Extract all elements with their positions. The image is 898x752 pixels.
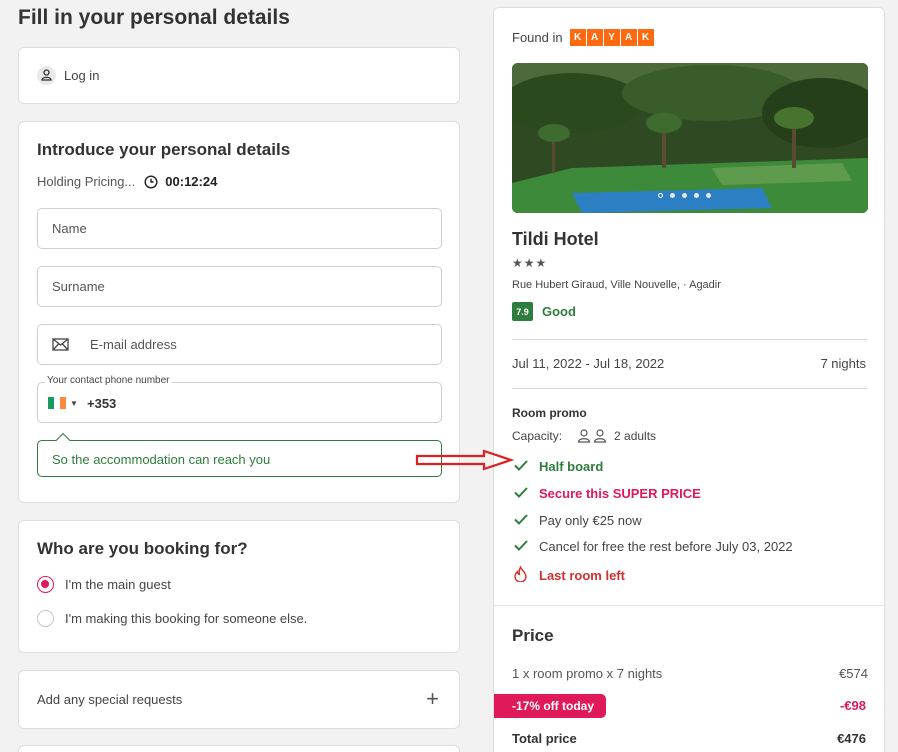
carousel-dot[interactable]: [694, 193, 699, 198]
rating-score: 7.9: [512, 302, 533, 321]
feature-text: Pay only €25 now: [539, 513, 642, 528]
radio-someone-else[interactable]: I'm making this booking for someone else…: [37, 610, 307, 627]
radio-unselected-icon[interactable]: [37, 610, 54, 627]
tooltip-text: So the accommodation can reach you: [52, 452, 271, 467]
next-card: [18, 745, 460, 752]
flame-icon: [514, 565, 528, 585]
ireland-flag-icon[interactable]: [48, 397, 66, 409]
tooltip-pointer: [55, 432, 71, 448]
hotel-photo-illustration: [512, 63, 868, 213]
special-requests-card[interactable]: Add any special requests +: [18, 670, 460, 729]
login-card[interactable]: Log in: [18, 47, 460, 104]
carousel-dot[interactable]: [658, 193, 663, 198]
star-rating-icon: ★★★: [512, 256, 548, 270]
phone-country-code: +353: [87, 396, 117, 411]
found-in-label: Found in: [512, 30, 563, 45]
email-field[interactable]: E-mail address: [37, 324, 442, 365]
check-icon: [514, 459, 528, 474]
total-value: €476: [837, 731, 866, 746]
discount-badge: -17% off today: [494, 694, 606, 718]
surname-placeholder: Surname: [52, 279, 105, 294]
carousel-dot[interactable]: [670, 193, 675, 198]
plus-icon[interactable]: +: [426, 686, 439, 712]
stay-dates: Jul 11, 2022 - Jul 18, 2022: [512, 356, 665, 371]
special-requests-label: Add any special requests: [37, 692, 183, 707]
details-heading: Introduce your personal details: [37, 140, 291, 159]
hotel-address: Rue Hubert Giraud, Ville Nouvelle, · Aga…: [512, 279, 721, 291]
email-placeholder: E-mail address: [90, 337, 177, 352]
surname-field[interactable]: Surname: [37, 266, 442, 307]
feature-super-price: Secure this SUPER PRICE: [514, 486, 701, 501]
name-field[interactable]: Name: [37, 208, 442, 249]
feature-last-room: Last room left: [514, 565, 625, 585]
carousel-dot[interactable]: [682, 193, 687, 198]
section-divider: [494, 605, 884, 606]
capacity: Capacity: 2 adults: [512, 429, 656, 443]
radio-selected-icon[interactable]: [37, 576, 54, 593]
found-in: Found in KAYAK: [512, 29, 655, 46]
holding-pricing: Holding Pricing... 00:12:24: [37, 174, 217, 189]
personal-details-card: Introduce your personal details Holding …: [18, 121, 460, 503]
feature-text: Cancel for free the rest before July 03,…: [539, 539, 793, 554]
feature-free-cancellation: Cancel for free the rest before July 03,…: [514, 539, 793, 554]
rating-word: Good: [542, 304, 576, 319]
feature-half-board: Half board: [514, 459, 603, 474]
booking-for-heading: Who are you booking for?: [37, 539, 248, 558]
chevron-down-icon[interactable]: ▼: [70, 399, 78, 408]
phone-tooltip: So the accommodation can reach you: [37, 432, 442, 477]
room-type: Room promo: [512, 406, 587, 420]
check-icon: [514, 513, 528, 528]
name-placeholder: Name: [52, 221, 87, 236]
price-title: Price: [512, 626, 554, 645]
booking-summary-card: Found in KAYAK Tildi Hotel ★★★ Rue Huber…: [493, 7, 885, 752]
check-icon: [514, 486, 528, 501]
clock-icon: [144, 174, 158, 189]
capacity-value: 2 adults: [614, 429, 657, 443]
capacity-label: Capacity:: [512, 429, 563, 443]
divider: [512, 388, 868, 389]
kayak-logo: KAYAK: [569, 29, 655, 46]
annotation-arrow-icon: [415, 449, 514, 471]
radio-label: I'm making this booking for someone else…: [65, 611, 308, 626]
hotel-name: Tildi Hotel: [512, 229, 599, 249]
people-icon: [577, 429, 607, 443]
holding-label: Holding Pricing...: [37, 174, 136, 189]
hotel-photo[interactable]: [512, 63, 868, 213]
feature-pay-now: Pay only €25 now: [514, 513, 642, 528]
phone-label: Your contact phone number: [45, 375, 172, 386]
total-label: Total price: [512, 731, 577, 746]
review-rating: 7.9 Good: [512, 302, 576, 321]
discount-value: -€98: [839, 698, 866, 713]
page-title: Fill in your personal details: [18, 6, 290, 29]
feature-text: Secure this SUPER PRICE: [539, 486, 701, 501]
login-link[interactable]: Log in: [64, 68, 99, 83]
feature-text: Half board: [539, 459, 604, 474]
line-item-label: 1 x room promo x 7 nights: [512, 666, 663, 681]
carousel-dot[interactable]: [706, 193, 711, 198]
booking-for-card: Who are you booking for? I'm the main gu…: [18, 520, 460, 653]
radio-main-guest[interactable]: I'm the main guest: [37, 576, 171, 593]
phone-field[interactable]: Your contact phone number ▼ +353: [37, 375, 442, 423]
feature-text: Last room left: [539, 568, 625, 583]
stay-nights: 7 nights: [820, 356, 866, 371]
envelope-icon: [52, 338, 69, 356]
line-item-value: €574: [839, 666, 868, 681]
user-icon: [37, 66, 56, 85]
check-icon: [514, 539, 528, 554]
radio-label: I'm the main guest: [65, 577, 171, 592]
carousel-dots[interactable]: [658, 193, 718, 198]
price-line-item: 1 x room promo x 7 nights €574: [512, 666, 868, 681]
holding-timer: 00:12:24: [165, 174, 218, 189]
divider: [512, 339, 868, 340]
